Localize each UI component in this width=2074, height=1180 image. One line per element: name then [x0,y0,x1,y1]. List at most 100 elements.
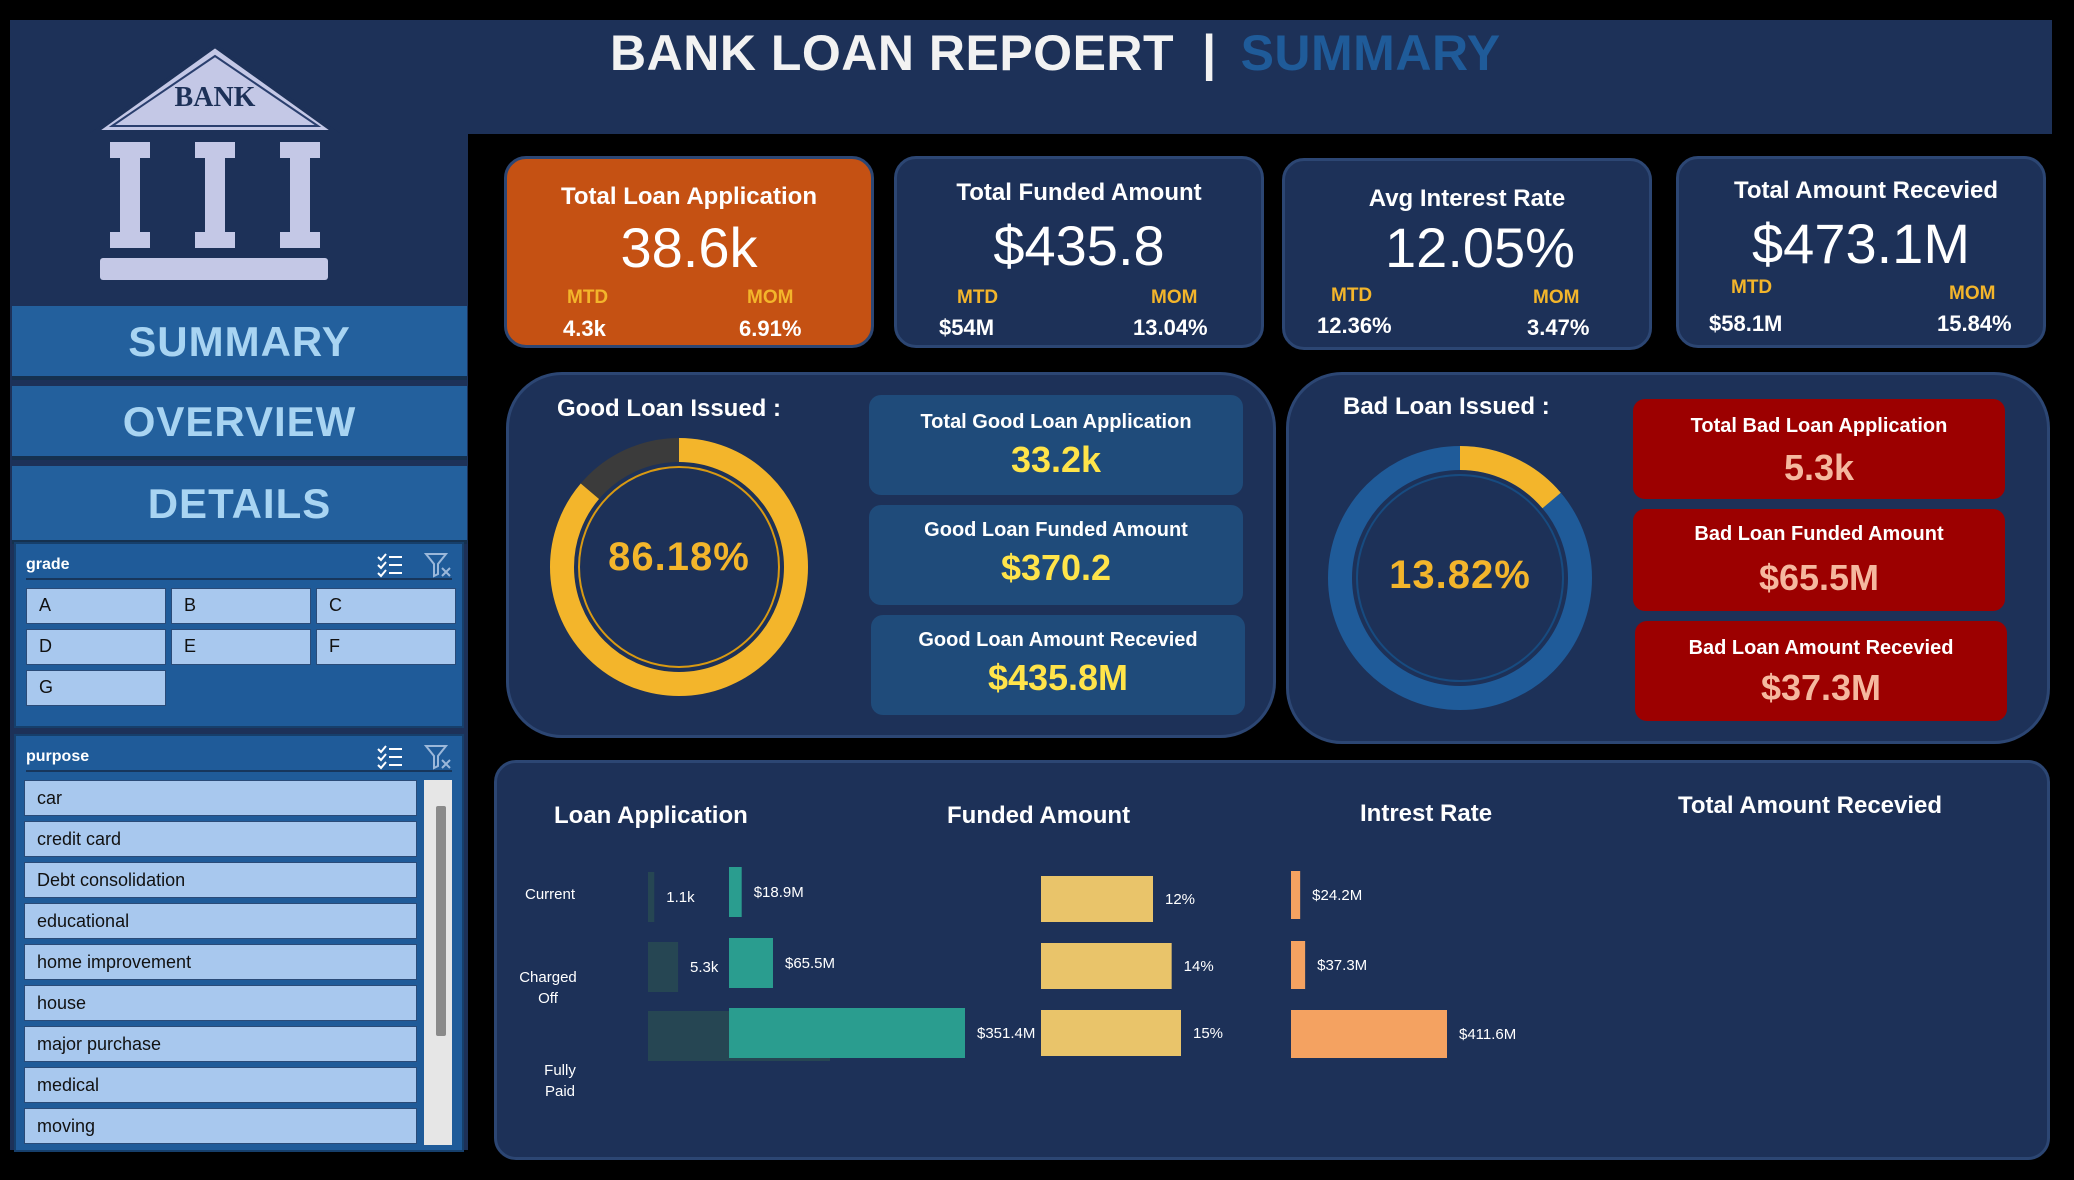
box-value: $435.8M [987,657,1129,698]
bar-label-2-2: 15% [1193,1025,1223,1042]
bar-label-0-0: 1.1k [666,889,695,906]
kpi-mtd-label: MTD [567,287,609,308]
bar-label-1-2: $351.4M [977,1025,1035,1042]
grade-slicer-header: grade [26,552,452,580]
bar-label-3-0: $24.2M [1312,887,1362,904]
bar-label-3-1: $37.3M [1317,957,1367,974]
bar-label-1-1: $65.5M [785,955,835,972]
purpose-chip-medical[interactable]: medical [24,1067,417,1103]
bar-0-1 [648,942,679,992]
grade-chip-a[interactable]: A [26,588,166,624]
kpi-card-total-loan-application: Total Loan Application 38.6k MTD MOM 4.3… [504,156,874,348]
grade-chip-e[interactable]: E [171,629,311,665]
purpose-slicer: purpose car credit card Debt consolidati… [14,734,464,1152]
good-loan-application-box: Total Good Loan Application 33.2k [869,395,1243,495]
box-value: $37.3M [1760,667,1882,708]
good-loan-percent: 86.18% [608,535,750,579]
box-value: $65.5M [1758,557,1880,598]
purpose-chip-moving[interactable]: moving [24,1108,417,1144]
box-title: Total Good Loan Application [920,411,1192,433]
bank-building-icon: BANK [90,43,340,280]
bar-1-2 [729,1008,965,1058]
kpi-title: Total Amount Recevied [1733,177,1999,204]
kpi-card-total-funded-amount: Total Funded Amount $435.8 MTD MOM $54M … [894,156,1264,348]
category-label-charged: Charged [519,969,577,986]
nav-details-button[interactable]: DETAILS [12,466,467,544]
bar-1-0 [729,867,742,917]
nav-summary-button[interactable]: SUMMARY [12,306,467,380]
bar-0-0 [648,872,655,922]
bad-loan-funded-box: Bad Loan Funded Amount $65.5M [1633,509,2005,611]
category-label-paid: Paid [545,1083,575,1100]
clear-filter-icon[interactable] [424,744,452,770]
bar-2-2 [1041,1010,1181,1056]
kpi-value: $435.8 [993,214,1165,277]
kpi-mtd-label: MTD [957,287,999,308]
kpi-mom-label: MOM [1151,287,1198,308]
bar-label-1-0: $18.9M [754,884,804,901]
kpi-mom-value: 6.91% [739,316,802,341]
purpose-chip-debt-consolidation[interactable]: Debt consolidation [24,862,417,898]
kpi-mom-value: 13.04% [1133,315,1208,340]
grade-chip-b[interactable]: B [171,588,311,624]
purpose-scrollbar-thumb[interactable] [436,806,446,1036]
grade-chip-d[interactable]: D [26,629,166,665]
grade-slicer-label: grade [26,556,70,573]
kpi-card-avg-interest-rate: Avg Interest Rate 12.05% MTD MOM 12.36% … [1282,158,1652,350]
purpose-chip-car[interactable]: car [24,780,417,816]
kpi-mom-value: 3.47% [1527,315,1590,340]
box-value: $370.2 [1000,547,1112,588]
kpi-mom-label: MOM [1533,287,1580,308]
kpi-mom-label: MOM [747,287,794,308]
grade-chip-c[interactable]: C [316,588,456,624]
kpi-value: 12.05% [1385,216,1575,279]
bar-2-0 [1041,876,1153,922]
kpi-mtd-value: $58.1M [1709,311,1783,336]
category-label-current: Current [525,886,576,903]
report-subtitle: SUMMARY [1240,25,1501,81]
kpi-mtd-label: MTD [1731,277,1773,298]
box-title: Total Bad Loan Application [1690,415,1948,437]
category-label-fully: Fully [544,1062,576,1079]
loan-status-bar-charts: Current Charged Off Fully Paid 1.1k5.3k3… [519,867,1516,1100]
box-title: Bad Loan Funded Amount [1694,523,1944,545]
kpi-mtd-label: MTD [1331,285,1373,306]
purpose-chip-major-purchase[interactable]: major purchase [24,1026,417,1062]
bar-3-1 [1291,941,1306,989]
grade-slicer: grade A B C D E F G [14,542,464,728]
multi-select-icon[interactable] [376,552,404,578]
bar-1-1 [729,938,773,988]
good-loan-title: Good Loan Issued : [557,395,782,422]
kpi-mtd-value: 12.36% [1317,313,1392,338]
kpi-mtd-value: 4.3k [563,316,606,341]
category-label-off: Off [538,990,559,1007]
bar-label-2-0: 12% [1165,891,1195,908]
multi-select-icon[interactable] [376,744,404,770]
purpose-slicer-header: purpose [26,744,452,772]
kpi-mom-label: MOM [1949,283,1996,304]
box-title: Good Loan Amount Recevied [918,629,1198,651]
title-separator: | [1202,25,1217,81]
bar-3-0 [1291,871,1301,919]
bad-loan-panel: Bad Loan Issued : 13.82% Total Bad Loan … [1286,372,2050,744]
bar-2-1 [1041,943,1172,989]
grade-chip-g[interactable]: G [26,670,166,706]
purpose-chip-educational[interactable]: educational [24,903,417,939]
bar-label-0-1: 5.3k [690,959,719,976]
bar-label-2-1: 14% [1184,958,1214,975]
grade-chip-f[interactable]: F [316,629,456,665]
purpose-chip-house[interactable]: house [24,985,417,1021]
purpose-chip-home-improvement[interactable]: home improvement [24,944,417,980]
kpi-title: Avg Interest Rate [1368,185,1566,212]
kpi-title: Total Funded Amount [956,179,1202,206]
kpi-mom-value: 15.84% [1937,311,2012,336]
bad-loan-received-box: Bad Loan Amount Recevied $37.3M [1635,621,2007,721]
clear-filter-icon[interactable] [424,552,452,578]
purpose-chip-credit-card[interactable]: credit card [24,821,417,857]
nav-overview-button[interactable]: OVERVIEW [12,386,467,460]
box-title: Bad Loan Amount Recevied [1688,637,1954,659]
bad-loan-percent: 13.82% [1389,553,1531,597]
good-loan-panel: Good Loan Issued : 86.18% Total Good Loa… [506,372,1276,738]
good-loan-funded-box: Good Loan Funded Amount $370.2 [869,505,1243,605]
good-loan-received-box: Good Loan Amount Recevied $435.8M [871,615,1245,715]
